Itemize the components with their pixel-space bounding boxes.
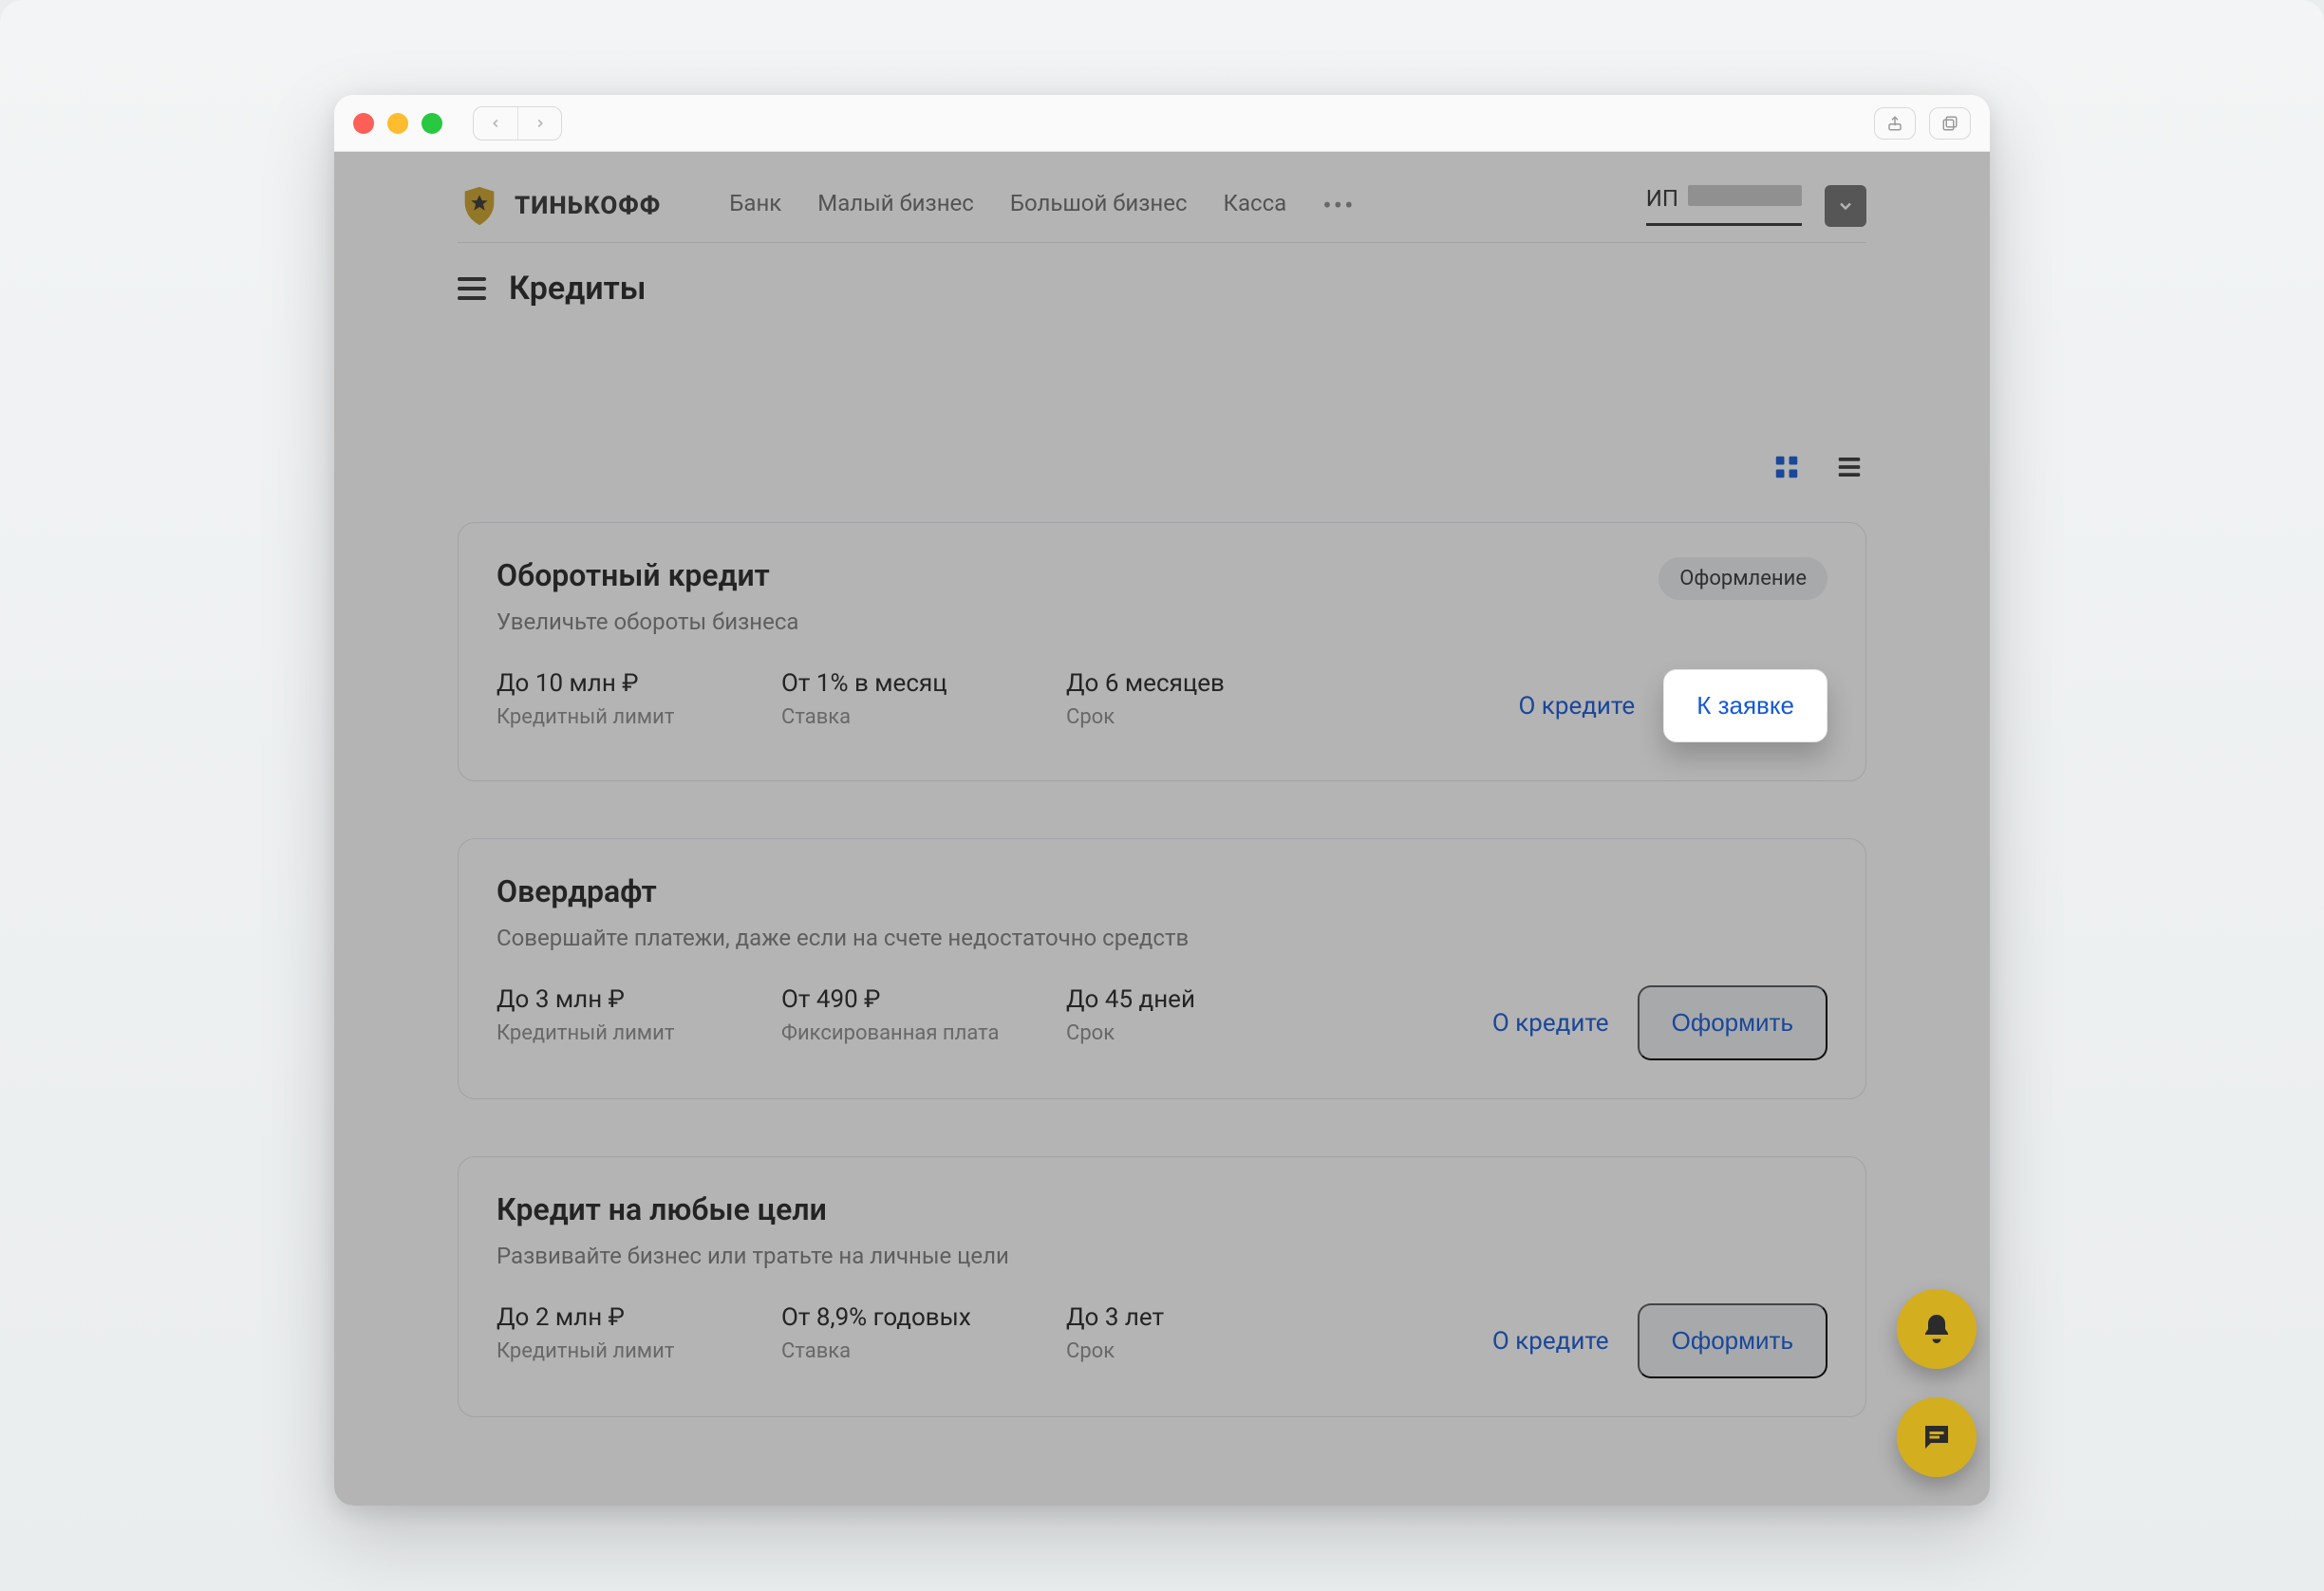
nav-link-small-biz[interactable]: Малый бизнес <box>817 190 974 221</box>
notifications-fab[interactable] <box>1897 1289 1977 1369</box>
section-header: Кредиты <box>334 243 1990 336</box>
stat-rate: От 1% в месяц Ставка <box>781 669 1066 729</box>
stat-term: До 6 месяцев Срок <box>1066 669 1351 729</box>
minimize-window-button[interactable] <box>387 113 408 134</box>
stat-term: До 45 дней Срок <box>1066 985 1351 1045</box>
tabs-button[interactable] <box>1929 107 1971 140</box>
nav-link-bank[interactable]: Банк <box>729 190 781 221</box>
card-subtitle: Увеличьте обороты бизнеса <box>497 608 798 635</box>
user-prefix: ИП <box>1646 185 1678 212</box>
card-subtitle: Развивайте бизнес или тратьте на личные … <box>497 1243 1009 1269</box>
grid-view-button[interactable] <box>1770 450 1804 484</box>
chat-fab[interactable] <box>1897 1397 1977 1477</box>
card-title: Овердрафт <box>497 873 1189 909</box>
brand-logo[interactable]: ТИНЬКОФФ <box>458 184 661 228</box>
card-subtitle: Совершайте платежи, даже если на счете н… <box>497 925 1189 951</box>
to-application-button[interactable]: К заявке <box>1663 669 1827 742</box>
menu-icon[interactable] <box>458 277 486 300</box>
page-title: Кредиты <box>509 270 646 308</box>
page-content: ТИНЬКОФФ Банк Малый бизнес Большой бизне… <box>334 152 1990 1506</box>
stat-term: До 3 лет Срок <box>1066 1303 1351 1363</box>
credit-card-oborotny: Оборотный кредит Увеличьте обороты бизне… <box>458 522 1866 781</box>
stat-limit: До 3 млн ₽ Кредитный лимит <box>497 985 781 1045</box>
share-button[interactable] <box>1874 107 1916 140</box>
apply-button[interactable]: Оформить <box>1638 985 1827 1060</box>
nav-more-icon[interactable]: ••• <box>1322 190 1355 221</box>
browser-window: ТИНЬКОФФ Банк Малый бизнес Большой бизне… <box>334 95 1990 1506</box>
about-credit-link[interactable]: О кредите <box>1492 1009 1609 1038</box>
credit-card-any-purpose: Кредит на любые цели Развивайте бизнес и… <box>458 1156 1866 1417</box>
top-nav: ТИНЬКОФФ Банк Малый бизнес Большой бизне… <box>334 152 1990 242</box>
top-nav-links: Банк Малый бизнес Большой бизнес Касса •… <box>729 190 1355 221</box>
fullscreen-window-button[interactable] <box>422 113 442 134</box>
page-area: Оборотный кредит Увеличьте обороты бизне… <box>334 336 1990 1417</box>
nav-back-button[interactable] <box>474 107 517 140</box>
about-credit-link[interactable]: О кредите <box>1492 1327 1609 1356</box>
shield-logo-icon <box>458 184 501 228</box>
stat-limit: До 10 млн ₽ Кредитный лимит <box>497 669 781 729</box>
user-menu[interactable]: ИП <box>1646 185 1802 226</box>
credit-cards-list: Оборотный кредит Увеличьте обороты бизне… <box>458 522 1866 1417</box>
view-toggle <box>458 450 1866 484</box>
stat-rate: От 8,9% годовых Ставка <box>781 1303 1066 1363</box>
nav-link-big-biz[interactable]: Большой бизнес <box>1010 190 1188 221</box>
about-credit-link[interactable]: О кредите <box>1518 692 1635 721</box>
apply-button[interactable]: Оформить <box>1638 1303 1827 1378</box>
credit-card-overdraft: Овердрафт Совершайте платежи, даже если … <box>458 838 1866 1099</box>
close-window-button[interactable] <box>353 113 374 134</box>
status-badge: Оформление <box>1659 557 1827 600</box>
titlebar <box>334 95 1990 152</box>
stat-limit: До 2 млн ₽ Кредитный лимит <box>497 1303 781 1363</box>
window-controls <box>353 113 442 134</box>
nav-forward-button[interactable] <box>517 107 561 140</box>
stat-fee: От 490 ₽ Фиксированная плата <box>781 985 1066 1045</box>
card-title: Оборотный кредит <box>497 557 798 593</box>
fab-column <box>1897 1289 1977 1477</box>
card-title: Кредит на любые цели <box>497 1191 1009 1227</box>
brand-name: ТИНЬКОФФ <box>515 192 661 220</box>
nav-arrows <box>473 106 562 140</box>
list-view-button[interactable] <box>1832 450 1866 484</box>
nav-link-kassa[interactable]: Касса <box>1224 190 1287 221</box>
account-switcher-button[interactable] <box>1825 185 1866 227</box>
user-name-placeholder <box>1688 185 1802 206</box>
